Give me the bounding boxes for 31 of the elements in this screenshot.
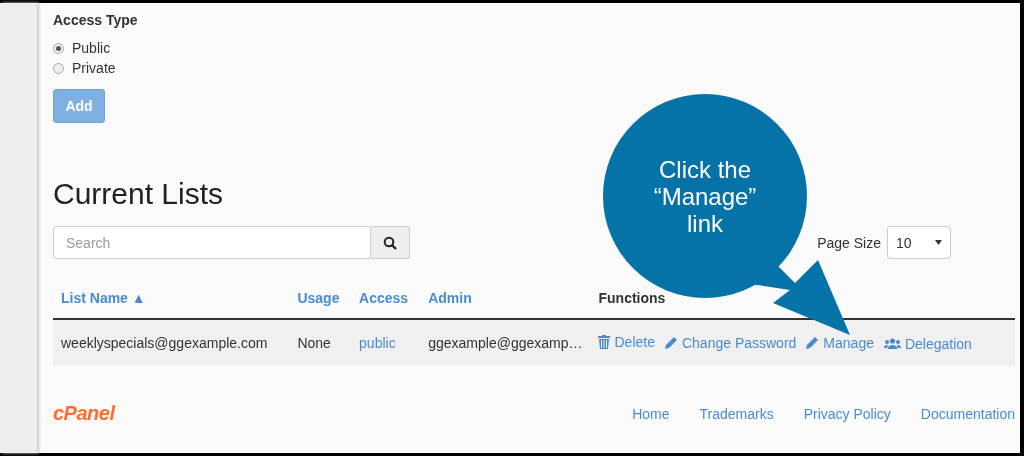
footer-link[interactable]: Trademarks <box>699 405 774 422</box>
function-link[interactable]: Delete <box>614 334 655 350</box>
field-label: Access Type <box>53 12 139 28</box>
section-title: Current Lists <box>53 176 224 212</box>
trash-icon <box>598 335 611 349</box>
footer-link[interactable]: Documentation <box>920 405 1015 422</box>
table-cell: None <box>289 319 352 366</box>
search-icon <box>383 235 397 250</box>
search-field[interactable]: Search <box>53 226 371 259</box>
callout-text: Click the “Manage” link <box>652 156 758 237</box>
caret-icon <box>935 240 942 245</box>
table-cell: ggexample@ggexamp… <box>420 319 591 366</box>
radio-button[interactable] <box>53 62 64 74</box>
search-button[interactable] <box>371 226 410 259</box>
pencil-icon <box>664 336 678 349</box>
page-size-label: Page Size <box>817 234 881 251</box>
footer-link[interactable]: Home <box>632 405 670 422</box>
table-cell: weeklyspecials@ggexample.com <box>53 319 290 366</box>
footer-link[interactable]: Privacy Policy <box>803 405 891 422</box>
function-link[interactable]: Delegation <box>904 335 972 352</box>
users-icon <box>883 338 901 349</box>
function-link[interactable]: Change Password <box>681 334 797 351</box>
radio-label: Private <box>72 60 116 76</box>
page-size-select[interactable]: 10 <box>887 226 951 259</box>
radio-label: Public <box>72 40 111 56</box>
search-input[interactable]: Search <box>54 233 370 252</box>
access-link[interactable]: public <box>351 319 421 366</box>
radio-button[interactable] <box>53 42 64 54</box>
logo: cPanel <box>53 402 115 425</box>
add-button[interactable]: Add <box>53 89 105 123</box>
function-link[interactable]: Manage <box>823 334 874 351</box>
